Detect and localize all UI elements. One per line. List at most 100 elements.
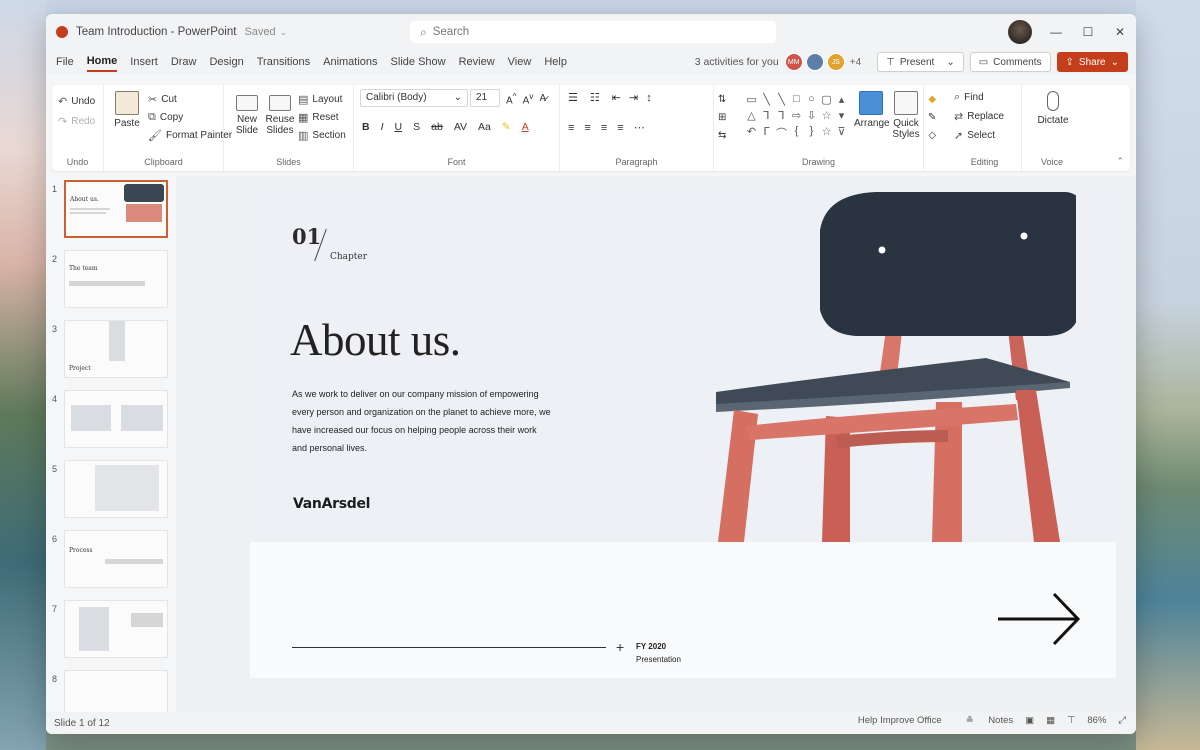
thumbnail-preview[interactable] [64, 600, 168, 658]
help-improve-office-link[interactable]: Help Improve Office [858, 715, 942, 726]
slide-thumbnail[interactable]: 1 About us. [46, 180, 176, 242]
reset-button[interactable]: ▦ Reset [298, 111, 339, 124]
scroll-down-icon[interactable]: ▾ [834, 109, 849, 122]
thumbnail-preview[interactable]: Project [64, 320, 168, 378]
format-painter-button[interactable]: 🖌 Format Painter [148, 129, 232, 142]
smartart-icon[interactable]: ⇆ [718, 127, 726, 145]
present-button[interactable]: ⊤ Present ⌄ [877, 52, 964, 72]
decrease-indent-icon[interactable]: ⇤ [612, 91, 621, 104]
current-slide[interactable]: 01 Chapter About us. As we work to deliv… [250, 190, 1116, 678]
arrow-shape-icon[interactable]: ⇨ [789, 109, 804, 122]
numbering-icon[interactable]: ☷ [590, 91, 600, 104]
star-shape-icon[interactable]: ☆ [819, 109, 834, 122]
line-spacing-icon[interactable]: ↕ [646, 92, 652, 104]
rectangle-shape-icon[interactable]: □ [789, 93, 804, 106]
undo-button[interactable]: ↶ Undo [58, 95, 95, 108]
arrow-right-icon[interactable] [998, 592, 1082, 646]
slide-thumbnail[interactable]: 8 [46, 670, 176, 712]
character-spacing-icon[interactable]: AV [454, 121, 467, 133]
thumbnail-preview[interactable]: Process [64, 530, 168, 588]
reuse-slides-button[interactable]: Reuse Slides [264, 91, 296, 136]
increase-indent-icon[interactable]: ⇥ [629, 91, 638, 104]
highlighter-icon[interactable]: ✎ [502, 121, 511, 133]
curve-shape-icon[interactable]: ⌒ [774, 125, 789, 141]
line-shape-icon[interactable]: ╲ [774, 93, 789, 106]
strikethrough-icon[interactable]: ab [431, 121, 443, 133]
triangle-shape-icon[interactable]: △ [744, 109, 759, 122]
thumbnail-preview[interactable]: The team [64, 250, 168, 308]
tab-transitions[interactable]: Transitions [257, 53, 310, 71]
tab-home[interactable]: Home [86, 52, 118, 72]
slide-headline[interactable]: About us. [290, 314, 461, 366]
new-slide-button[interactable]: New Slide [232, 91, 262, 136]
shrink-font-icon[interactable]: Av [523, 91, 534, 106]
cut-button[interactable]: ✂ Cut [148, 93, 177, 106]
line-shape-icon[interactable]: ╲ [759, 93, 774, 106]
shape-effects-icon[interactable]: ◇ [928, 127, 936, 145]
shape-fill-icon[interactable]: ◆ [928, 91, 936, 109]
layout-button[interactable]: ▤ Layout [298, 93, 342, 106]
tab-animations[interactable]: Animations [323, 53, 377, 71]
paste-button[interactable]: Paste [112, 91, 142, 129]
tab-help[interactable]: Help [544, 53, 567, 71]
footer-presentation-label[interactable]: Presentation [636, 655, 681, 664]
bold-icon[interactable]: B [362, 121, 370, 133]
slide-thumbnail[interactable]: 7 [46, 600, 176, 662]
notes-button[interactable]: ≗ Notes [954, 715, 1013, 726]
slide-thumbnail[interactable]: 4 [46, 390, 176, 452]
align-center-icon[interactable]: ≡ [584, 122, 590, 134]
brand-logo[interactable]: VanArsdel [293, 496, 370, 512]
collaborator-avatar[interactable] [805, 53, 824, 71]
copy-button[interactable]: ⧉ Copy [148, 111, 183, 124]
shape-outline-icon[interactable]: ✎ [928, 109, 936, 127]
tab-view[interactable]: View [508, 53, 532, 71]
oval-shape-icon[interactable]: ○ [804, 93, 819, 106]
curve-shape-icon[interactable]: ᒥ [759, 125, 774, 141]
fit-to-window-icon[interactable]: ⤢ [1118, 715, 1126, 726]
section-button[interactable]: ▥ Section [298, 129, 346, 142]
redo-button[interactable]: ↷ Redo [58, 115, 95, 128]
minimize-icon[interactable]: — [1040, 14, 1072, 50]
tab-insert[interactable]: Insert [130, 53, 158, 71]
maximize-icon[interactable]: ☐ [1072, 14, 1104, 50]
font-size-select[interactable]: 21 [470, 89, 500, 107]
activities-link[interactable]: 3 activities for you [695, 56, 779, 68]
underline-icon[interactable]: U [395, 121, 403, 133]
tab-draw[interactable]: Draw [171, 53, 197, 71]
collapse-ribbon-icon[interactable]: ⌃ [1116, 156, 1124, 167]
slide-thumbnail[interactable]: 5 [46, 460, 176, 522]
grow-font-icon[interactable]: A^ [506, 91, 517, 106]
font-family-select[interactable]: Calibri (Body) ⌄ [360, 89, 468, 107]
chapter-number[interactable]: 01 [292, 224, 321, 249]
change-case-icon[interactable]: Aa [478, 121, 491, 133]
arrange-button[interactable]: Arrange [854, 91, 890, 129]
normal-view-icon[interactable]: ▣ [1025, 715, 1034, 726]
select-button[interactable]: ➚ Select [954, 129, 995, 142]
thumbnail-preview[interactable]: About us. [64, 180, 168, 238]
chevron-down-icon[interactable]: ⌄ [280, 27, 288, 38]
thumbnail-preview[interactable] [64, 390, 168, 448]
font-color-icon[interactable]: A [522, 121, 529, 133]
tab-design[interactable]: Design [209, 53, 243, 71]
close-icon[interactable]: ✕ [1104, 14, 1136, 50]
justify-icon[interactable]: ≡ [617, 122, 623, 134]
saved-status[interactable]: Saved [244, 26, 275, 38]
tab-review[interactable]: Review [459, 53, 495, 71]
collaborator-avatar[interactable]: MM [784, 53, 803, 71]
chapter-label[interactable]: Chapter [330, 252, 367, 262]
rectangle-shape-icon[interactable]: ▭ [744, 93, 759, 106]
footer-fiscal-year[interactable]: FY 2020 [636, 642, 666, 651]
slide-sorter-view-icon[interactable]: ▦ [1046, 715, 1055, 726]
comments-button[interactable]: ▭ Comments [969, 52, 1051, 72]
slide-thumbnail[interactable]: 6 Process [46, 530, 176, 592]
connector-shape-icon[interactable]: ⅂ [759, 109, 774, 122]
arrow-shape-icon[interactable]: ⇩ [804, 109, 819, 122]
slide-thumbnail[interactable]: 2 The team [46, 250, 176, 312]
share-button[interactable]: ⇪ Share ⌄ [1056, 52, 1128, 72]
columns-icon[interactable]: ⋯ [634, 121, 645, 134]
thumbnail-preview[interactable] [64, 670, 168, 712]
tab-slide-show[interactable]: Slide Show [391, 53, 446, 71]
clear-format-icon[interactable]: A̷ [539, 93, 546, 104]
align-left-icon[interactable]: ≡ [568, 122, 574, 134]
connector-shape-icon[interactable]: ⅂ [774, 109, 789, 122]
